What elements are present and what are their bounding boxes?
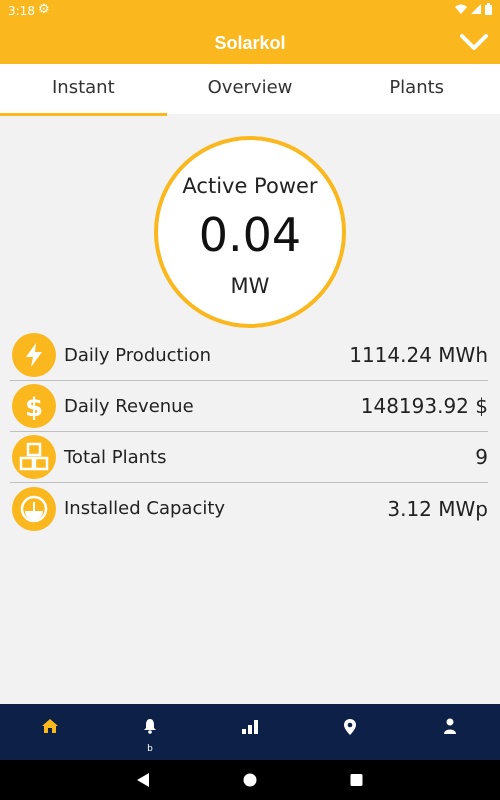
bell-icon [144, 719, 156, 734]
signal-icon [471, 4, 481, 14]
app-title: Solarkol [214, 33, 286, 53]
settings-gear-icon: ⚙ [38, 2, 50, 17]
nav-notifications[interactable]: b [100, 704, 200, 760]
lightning-icon [12, 333, 56, 377]
back-button-icon[interactable] [136, 772, 150, 788]
active-power-value: 0.04 [198, 208, 302, 262]
stat-row-daily-revenue: $ Daily Revenue 148193.92 $ [10, 381, 488, 432]
active-power-label: Active Power [182, 174, 318, 198]
stat-value: 9 [475, 445, 488, 469]
bar-chart-icon [242, 720, 258, 734]
stats-list: Daily Production 1114.24 MWh $ Daily Rev… [10, 330, 488, 534]
status-time: 3:18 [8, 4, 35, 18]
system-navigation-bar [0, 760, 500, 800]
plant-selector-button[interactable] [458, 28, 490, 56]
nav-profile[interactable] [400, 704, 500, 760]
svg-text:$: $ [25, 393, 43, 421]
app-bar: Solarkol [0, 22, 500, 64]
status-indicators [455, 3, 492, 15]
dollar-icon: $ [12, 384, 56, 428]
stat-value: 3.12 MWp [387, 496, 488, 521]
active-power-gauge: Active Power 0.04 MW [154, 136, 346, 328]
home-icon [42, 719, 58, 733]
stat-label: Installed Capacity [64, 498, 226, 519]
bottom-nav: b [0, 704, 500, 760]
stat-row-total-plants: Total Plants 9 [10, 432, 488, 483]
notification-sub-label: b [147, 744, 153, 754]
nav-map[interactable] [300, 704, 400, 760]
wifi-icon [455, 4, 467, 14]
stat-row-daily-production: Daily Production 1114.24 MWh [10, 330, 488, 381]
tab-instant[interactable]: Instant [0, 64, 167, 116]
stat-value: 148193.92 $ [360, 394, 488, 418]
battery-icon [485, 3, 492, 15]
active-power-unit: MW [230, 274, 270, 298]
plants-icon [12, 435, 56, 479]
person-icon [444, 718, 456, 734]
nav-statistics[interactable] [200, 704, 300, 760]
tab-bar: Instant Overview Plants [0, 64, 500, 116]
home-button-icon[interactable] [243, 772, 257, 788]
nav-home[interactable] [0, 704, 100, 760]
stat-label: Daily Production [64, 344, 212, 366]
tab-overview[interactable]: Overview [167, 64, 334, 114]
status-bar: 3:18 ⚙ [0, 0, 500, 22]
gauge-icon [12, 486, 56, 531]
stat-label: Total Plants [64, 446, 167, 468]
recents-button-icon[interactable] [350, 772, 363, 788]
tab-plants[interactable]: Plants [333, 64, 500, 114]
stat-row-installed-capacity: Installed Capacity 3.12 MWp [10, 483, 488, 534]
location-pin-icon [344, 719, 356, 735]
chevron-down-icon [460, 34, 488, 50]
stat-label: Daily Revenue [64, 395, 194, 417]
stat-value: 1114.24 MWh [349, 343, 488, 367]
